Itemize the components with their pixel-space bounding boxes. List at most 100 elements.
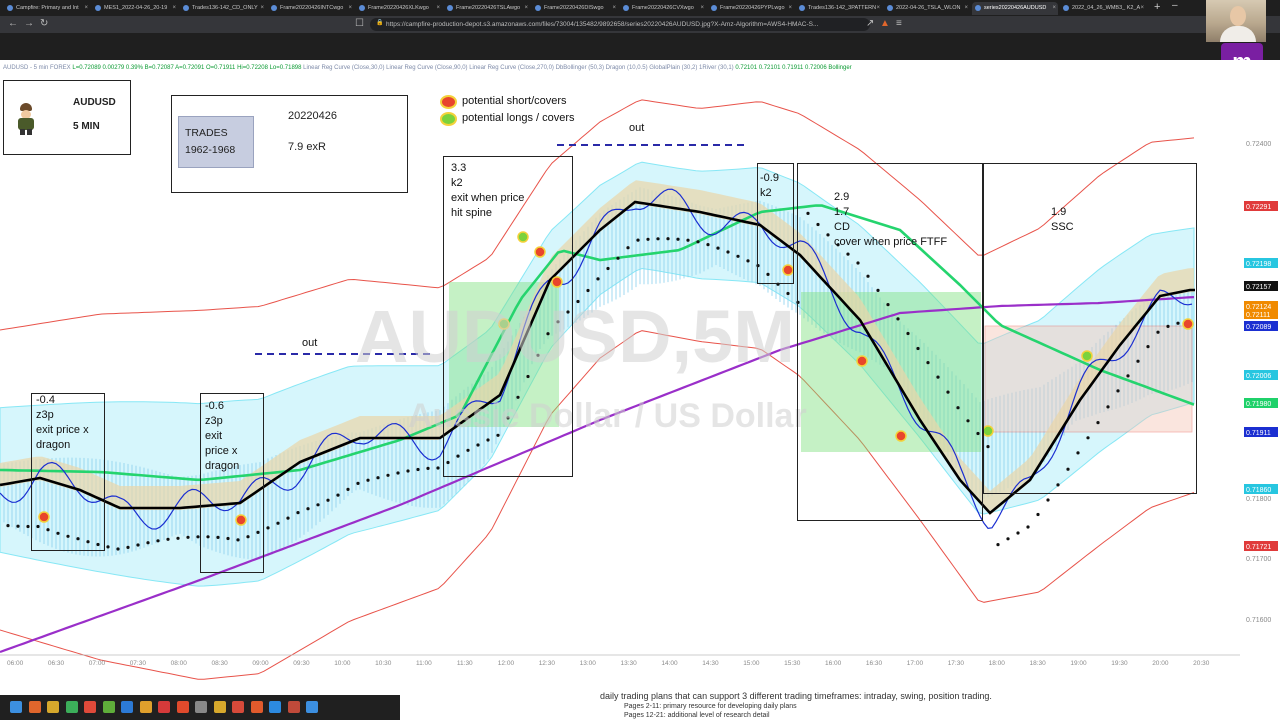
tab-close-icon[interactable]: × [612, 2, 616, 15]
tab-close-icon[interactable]: × [1052, 2, 1056, 15]
back-icon[interactable]: ← [8, 18, 18, 30]
stop-dot [436, 466, 440, 470]
stop-dot [16, 524, 20, 528]
taskbar-app-icon[interactable] [65, 701, 78, 713]
stop-dot [586, 288, 590, 293]
time-tick-label: 13:00 [580, 660, 597, 667]
time-tick-label: 11:30 [457, 660, 473, 667]
browser-tab[interactable]: series20220426AUDUSD × [972, 2, 1058, 15]
browser-tab[interactable]: 2022_04_26_WMB3_ K2_A × [1060, 2, 1146, 15]
taskbar-app-icon[interactable] [306, 701, 318, 713]
stop-dot [186, 535, 190, 539]
taskbar-app-icon[interactable] [121, 701, 133, 713]
tab-close-icon[interactable]: × [788, 2, 792, 15]
taskbar-app-icon[interactable] [158, 701, 170, 713]
tab-close-icon[interactable]: × [172, 2, 176, 15]
stop-dot [156, 539, 160, 543]
browser-tab[interactable]: Frame20220426CVXwgo × [620, 2, 706, 15]
trade-note-a6: 1.9 SSC [1051, 206, 1074, 233]
browser-tab[interactable]: Trades136-142_3PATTERN × [796, 2, 882, 15]
tab-close-icon[interactable]: × [700, 2, 704, 15]
stop-dot [1016, 531, 1020, 535]
bookmark-icon[interactable]: ☐ [355, 18, 364, 30]
minimize-icon[interactable]: – [1172, 0, 1178, 11]
document-strip: daily trading plans that can support 3 d… [400, 691, 1280, 720]
address-bar[interactable]: https://campfire-production-depot.s3.ama… [370, 18, 870, 31]
taskbar-app-icon[interactable] [269, 701, 281, 713]
info-right-values: 0.72101 0.72101 0.71911 0.72006 Bollinge… [735, 65, 852, 71]
mascot-icon [14, 103, 38, 135]
tab-favicon-icon [623, 5, 629, 11]
taskbar-app-icon[interactable] [102, 701, 115, 713]
browser-tab[interactable]: Campfire: Primary and Int × [4, 2, 90, 15]
info-studies: Linear Reg Curve (Close,30,0) Linear Reg… [303, 65, 734, 71]
trades-label: TRADES [185, 127, 228, 139]
tab-close-icon[interactable]: × [348, 2, 352, 15]
browser-tab[interactable]: 2022-04-26_TSLA_WLON × [884, 2, 970, 15]
tab-close-icon[interactable]: × [260, 2, 264, 15]
tab-label: Campfire: Primary and Int [16, 5, 79, 11]
browser-tab[interactable]: Frame20220426PYPLwgo × [708, 2, 794, 15]
taskbar-app-icon[interactable] [195, 701, 207, 713]
browser-tab[interactable]: Frame20220426DISwgo × [532, 2, 618, 15]
stop-dot [176, 536, 180, 540]
trades-range: 1962-1968 [185, 144, 236, 156]
symbol-box: AUDUSD 5 MIN [3, 80, 131, 155]
browser-tab[interactable]: MES1_2022-04-26_20-19 × [92, 2, 178, 15]
taskbar-app-icon[interactable] [250, 701, 263, 713]
tab-close-icon[interactable]: × [436, 2, 440, 15]
trades-result: 7.9 exR [288, 141, 326, 153]
taskbar-app-icon[interactable] [213, 701, 226, 713]
stop-dot [626, 246, 630, 250]
stop-dot [676, 237, 680, 241]
forward-icon[interactable]: → [24, 18, 34, 30]
start-icon[interactable] [10, 701, 22, 713]
out-label-top: out [629, 122, 645, 134]
browser-tab[interactable]: Frame20220426INTCwgo × [268, 2, 354, 15]
tab-close-icon[interactable]: × [524, 2, 528, 15]
doc-line-2: Pages 2-11: primary resource for develop… [624, 703, 797, 710]
taskbar-app-icon[interactable] [176, 701, 189, 713]
time-tick-label: 09:30 [293, 660, 310, 667]
tab-favicon-icon [7, 5, 13, 11]
taskbar-app-icon[interactable] [232, 701, 244, 713]
time-tick-label: 18:00 [989, 660, 1006, 667]
taskbar-app-icon[interactable] [287, 701, 300, 713]
taskbar-app-icon[interactable] [28, 701, 41, 713]
stop-dot [6, 524, 10, 528]
tab-close-icon[interactable]: × [84, 2, 88, 15]
brave-shield-icon[interactable]: ▲ [880, 18, 890, 30]
stop-dot [416, 467, 420, 472]
browser-tab-bar: Campfire: Primary and Int × MES1_2022-04-2… [0, 0, 1280, 16]
share-icon[interactable]: ↗ [866, 18, 874, 30]
browser-tab[interactable]: Frame20220426TSLAwgo × [444, 2, 530, 15]
menu-icon[interactable]: ≡ [896, 18, 902, 30]
trades-box: TRADES 1962-1968 20220426 7.9 exR [171, 95, 408, 193]
tab-close-icon[interactable]: × [1140, 2, 1144, 15]
taskbar-app-icon[interactable] [47, 701, 59, 713]
legend-long-marker [440, 112, 457, 126]
tab-close-icon[interactable]: × [964, 2, 968, 15]
stop-dot [266, 526, 270, 530]
tab-close-icon[interactable]: × [876, 2, 880, 15]
tab-label: Trades136-142_CD_ONLY [192, 5, 258, 11]
webcam-overlay [1206, 0, 1266, 42]
tab-label: Frame20220426INTCwgo [280, 5, 344, 11]
stop-dot [276, 521, 280, 525]
tab-label: Frame20220426PYPLwgo [720, 5, 785, 11]
tab-label: 2022_04_26_WMB3_ K2_A [1072, 5, 1141, 11]
taskbar-app-icon[interactable] [84, 701, 96, 713]
time-tick-label: 15:30 [784, 660, 801, 667]
time-tick-label: 06:00 [7, 660, 24, 667]
stop-dot [1046, 498, 1050, 502]
tab-label: Trades136-142_3PATTERN [808, 5, 877, 11]
taskbar-app-icon[interactable] [139, 701, 152, 713]
time-tick-label: 19:30 [1111, 660, 1128, 667]
browser-tab[interactable]: Trades136-142_CD_ONLY × [180, 2, 266, 15]
tab-label: Frame20220426CVXwgo [632, 5, 694, 11]
new-tab-icon[interactable]: + [1154, 1, 1160, 13]
browser-tab[interactable]: Frame20220426XLKwgo × [356, 2, 442, 15]
doc-line-1: daily trading plans that can support 3 d… [600, 691, 992, 701]
info-values: L=0.72089 0.00279 0.39% B=0.72087 A=0.72… [72, 65, 302, 71]
reload-icon[interactable]: ↻ [40, 18, 48, 30]
